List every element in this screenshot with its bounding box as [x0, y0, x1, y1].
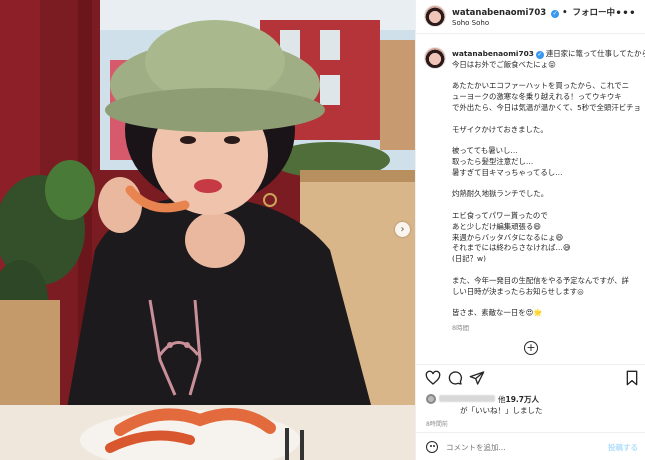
action-bar — [416, 364, 645, 390]
more-horizontal-icon[interactable]: ••• — [615, 8, 636, 19]
post-caption: watanabenaomi703 ✓ 連日家に篭って仕事してたから 今日はお外でご飯… — [416, 42, 645, 332]
caption-line — [452, 114, 638, 125]
post-header: watanabenaomi703 ✓ • フォロー中 Soho Soho ••• — [416, 0, 645, 34]
caption-line: ューヨークの激寒な冬乗り越えれる！ってウキウキ — [452, 92, 622, 102]
header-user-line: watanabenaomi703 ✓ • フォロー中 — [452, 6, 615, 18]
emoji-icon[interactable] — [426, 441, 438, 453]
caption-username[interactable]: watanabenaomi703 — [452, 49, 534, 58]
caption-line: で外出たら、今日は気温が温かくて、5秒で全頭汗ビチョ — [452, 102, 641, 112]
chevron-right-icon[interactable]: › — [395, 222, 410, 237]
caption-text: watanabenaomi703 ✓ 連日家に篭って仕事してたから 今日はお外でご飯… — [452, 49, 645, 319]
caption-line: 灼熱耐久地獄ランチでした。 — [452, 189, 549, 199]
caption-line: モザイクかけておきました。 — [452, 124, 548, 134]
location-link[interactable]: Soho Soho — [452, 19, 489, 27]
post-photo[interactable]: › — [0, 0, 415, 460]
share-icon[interactable] — [469, 370, 485, 386]
avatar[interactable] — [424, 5, 446, 27]
caption-line: 連日家に篭って仕事してたから — [545, 49, 645, 58]
caption-line — [452, 135, 638, 146]
follow-status-button[interactable]: フォロー中 — [573, 8, 616, 18]
caption-line: 今日はお外でご飯食べたにょ😝 — [452, 59, 556, 69]
caption-line — [452, 179, 638, 190]
caption-first-line: watanabenaomi703 ✓ 連日家に篭って仕事してたから — [452, 49, 645, 60]
caption-line: 取ったら髪型注意だし… — [452, 156, 534, 166]
caption-line: あたたかいエコファーハットを買ったから、これでニ — [452, 81, 630, 91]
comment-icon[interactable] — [447, 370, 463, 386]
heart-icon[interactable] — [425, 370, 441, 386]
photo-illustration — [0, 0, 415, 460]
post-side-panel: watanabenaomi703 ✓ • フォロー中 Soho Soho •••… — [415, 0, 645, 460]
caption-line: 来週からバッタバタになるにょ😄 — [452, 232, 564, 242]
caption-line: あと少しだけ編集頑張る😄 — [452, 221, 542, 231]
caption-avatar[interactable] — [424, 47, 446, 69]
post-time[interactable]: 8時間前 — [426, 419, 448, 428]
caption-line: 暑すぎて目キマっちゃってるし… — [452, 167, 563, 177]
bookmark-icon[interactable] — [624, 370, 640, 386]
caption-line: エビ食ってパワー貰ったので — [452, 210, 548, 220]
likes-suffix: が「いいね！」しました — [460, 406, 543, 415]
caption-line: しい日時が決まったらお知らせします◎ — [452, 286, 584, 296]
caption-line: また、今年一発目の生配信をやる予定なんですが、詳 — [452, 275, 629, 285]
verified-badge-icon: ✓ — [551, 10, 560, 18]
post-comment-button[interactable]: 投稿する — [608, 442, 638, 453]
likes-count[interactable]: 19.7万人 — [506, 395, 540, 404]
load-more-plus-icon[interactable]: + — [524, 341, 538, 355]
likes-prefix: 他 — [498, 395, 506, 404]
comment-bar: 投稿する — [416, 432, 645, 460]
caption-line — [452, 71, 638, 82]
blurred-liker-name — [439, 395, 495, 402]
header-username[interactable]: watanabenaomi703 — [452, 8, 546, 18]
caption-line — [452, 297, 638, 308]
caption-time: 8時間 — [452, 324, 470, 332]
caption-line: (日記？w) — [452, 254, 486, 264]
caption-line: それまでには終わらさなければ…😅 — [452, 243, 571, 253]
caption-line: 皆さま、素敵な一日を😍🌟 — [452, 308, 543, 318]
caption-line — [452, 265, 638, 276]
verified-badge-icon: ✓ — [535, 51, 544, 59]
caption-line: 被ってても暑いし… — [452, 146, 518, 156]
caption-line — [452, 200, 638, 211]
liker-avatar[interactable] — [426, 394, 436, 404]
separator: • — [562, 8, 568, 18]
comment-input[interactable] — [446, 440, 596, 454]
